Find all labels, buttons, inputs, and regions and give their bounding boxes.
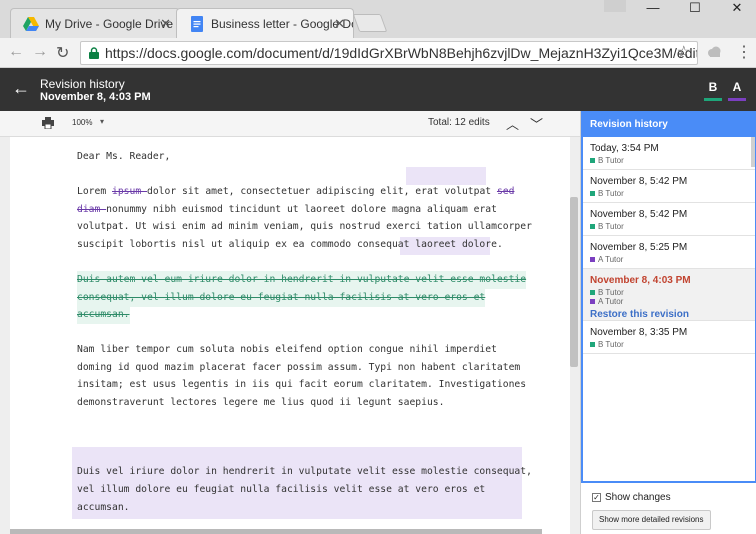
next-edit-icon[interactable]: ﹀ xyxy=(530,114,543,133)
deleted-line: consequat, vel illum dolore eu feugiat n… xyxy=(77,289,486,307)
close-tab-icon[interactable]: ✕ xyxy=(160,16,171,32)
previous-edit-icon[interactable]: ︿ xyxy=(506,114,519,133)
deleted-line: Duis autem vel eum iriure dolor in hendr… xyxy=(77,271,527,289)
paragraph-line: doming id quod mazim placerat facer poss… xyxy=(77,362,521,373)
sidebar-title: Revision history xyxy=(581,111,756,137)
show-detailed-revisions-button[interactable]: Show more detailed revisions xyxy=(592,510,711,530)
revision-item[interactable]: November 8, 5:42 PM B Tutor xyxy=(581,203,756,236)
forward-icon[interactable]: → xyxy=(32,43,48,61)
document-area: Dear Ms. Reader, Lorem ipsum dolor sit a… xyxy=(0,137,580,534)
close-window-icon[interactable]: ✕ xyxy=(722,0,752,18)
tab-title: Business letter - Google Docs xyxy=(211,16,354,31)
revision-item[interactable]: Today, 3:54 PM B Tutor xyxy=(581,137,756,170)
revision-history-panel: Revision history Today, 3:54 PM B Tutor … xyxy=(580,111,756,534)
browser-tab-strip: My Drive - Google Drive ✕ Business lette… xyxy=(0,0,756,38)
revision-item[interactable]: November 8, 5:25 PM A Tutor xyxy=(581,236,756,269)
added-line: Duis vel iriure dolor in hendrerit in vu… xyxy=(77,466,532,477)
google-docs-icon xyxy=(191,16,203,32)
minimize-icon[interactable]: — xyxy=(638,0,668,18)
browser-menu-icon[interactable]: ⋮ xyxy=(736,42,752,62)
paragraph-line: suscipit lobortis nisl ut aliquip ex ea … xyxy=(77,239,503,250)
restore-revision-link[interactable]: Restore this revision xyxy=(590,309,756,320)
paragraph-line: insitam; est usus legentis in iis qui fa… xyxy=(77,379,527,390)
paragraph-line: demonstraverunt lectores legere me lius … xyxy=(77,397,445,408)
url-text: https://docs.google.com/document/d/19dId… xyxy=(105,45,698,61)
document-toolbar: 100% ▾ Total: 12 edits ︿ ﹀ xyxy=(0,111,580,137)
paragraph-line: diam nonummy nibh euismod tincidunt ut l… xyxy=(77,204,497,215)
document-scrollbar[interactable] xyxy=(570,197,578,367)
back-icon[interactable]: ← xyxy=(8,43,24,61)
paragraph-line: Nam liber tempor cum soluta nobis eleife… xyxy=(77,344,497,355)
horizontal-scrollbar[interactable] xyxy=(10,529,542,534)
sidebar-scrollbar[interactable] xyxy=(751,137,755,167)
browser-toolbar: ← → ↻ https://docs.google.com/document/d… xyxy=(0,38,756,68)
new-tab-button[interactable] xyxy=(352,14,388,32)
tab-my-drive[interactable]: My Drive - Google Drive ✕ xyxy=(10,8,180,38)
reload-icon[interactable]: ↻ xyxy=(56,43,69,63)
added-line: accumsan. xyxy=(77,502,130,513)
revision-item[interactable]: November 8, 5:42 PM B Tutor xyxy=(581,170,756,203)
paragraph-line: volutpat. Ut wisi enim ad minim veniam, … xyxy=(77,221,532,232)
print-icon[interactable] xyxy=(42,117,54,129)
maximize-icon[interactable]: ☐ xyxy=(680,0,710,18)
revision-date: November 8, 4:03 PM xyxy=(40,91,151,103)
page-title: Revision history xyxy=(40,77,125,91)
added-line: vel illum dolore eu feugiat nulla facili… xyxy=(77,484,486,495)
show-changes-checkbox[interactable]: ✓ Show changes xyxy=(592,492,671,503)
back-arrow-icon[interactable]: ← xyxy=(12,78,30,99)
deleted-line: accumsan. xyxy=(77,306,130,324)
profile-icon[interactable] xyxy=(604,0,626,12)
paragraph-line: Lorem ipsum dolor sit amet, consectetuer… xyxy=(77,186,515,197)
zoom-select[interactable]: 100% xyxy=(72,118,92,127)
total-edits: Total: 12 edits xyxy=(428,117,490,128)
revision-item-selected[interactable]: November 8, 4:03 PM B Tutor A Tutor Rest… xyxy=(581,269,756,321)
extension-cloud-icon[interactable] xyxy=(706,44,722,60)
bookmark-star-icon[interactable]: ☆ xyxy=(677,42,691,64)
avatar-a[interactable]: A xyxy=(728,80,746,101)
checkmark-icon[interactable]: ✓ xyxy=(592,493,601,502)
google-drive-icon xyxy=(23,17,39,31)
greeting-line: Dear Ms. Reader, xyxy=(77,151,171,162)
revision-item[interactable]: November 8, 3:35 PM B Tutor xyxy=(581,321,756,354)
lock-icon xyxy=(89,47,99,59)
revision-history-header: ← Revision history November 8, 4:03 PM B… xyxy=(0,68,756,111)
avatar-b[interactable]: B xyxy=(704,80,722,101)
tab-title: My Drive - Google Drive xyxy=(45,16,174,31)
close-tab-icon[interactable]: ✕ xyxy=(334,16,345,32)
chevron-down-icon[interactable]: ▾ xyxy=(100,117,104,126)
tab-business-letter[interactable]: Business letter - Google Docs ✕ xyxy=(176,8,354,38)
address-bar[interactable]: https://docs.google.com/document/d/19dId… xyxy=(80,41,698,65)
